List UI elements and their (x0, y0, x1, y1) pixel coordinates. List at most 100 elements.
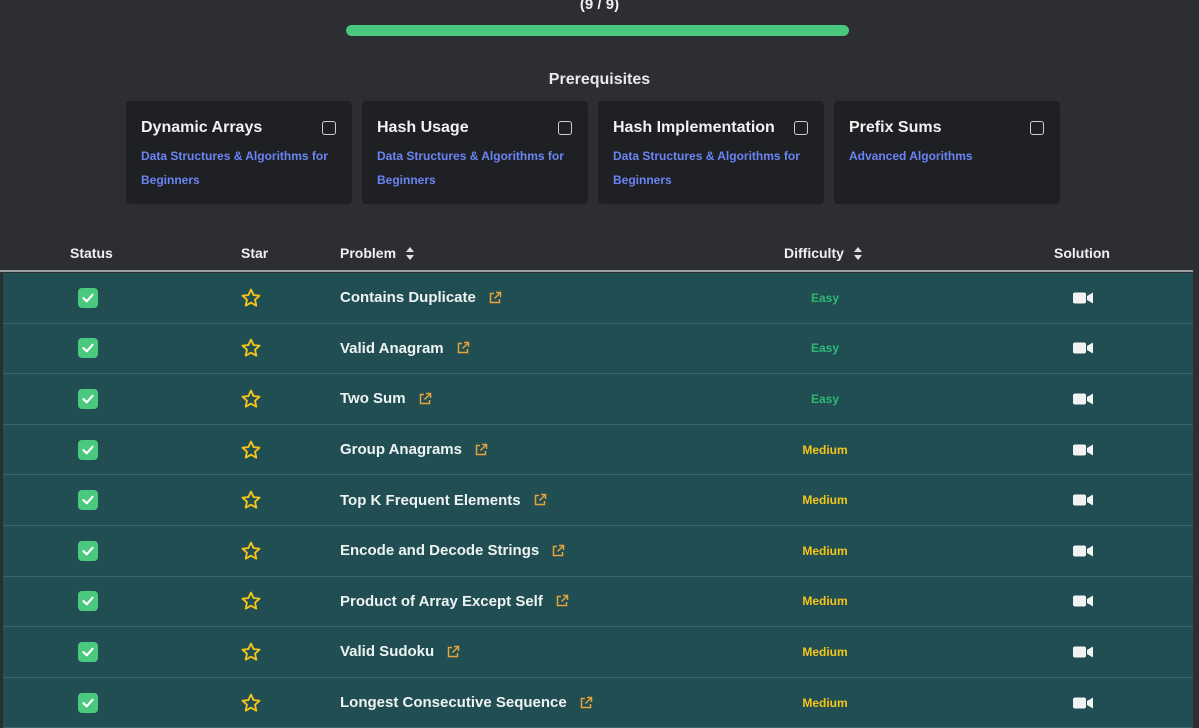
star-icon[interactable] (240, 540, 262, 562)
table-row: Two Sum Easy (3, 374, 1193, 425)
star-icon[interactable] (240, 641, 262, 663)
prerequisite-course-link[interactable]: Data Structures & Algorithms for Beginne… (141, 144, 336, 192)
video-camera-icon[interactable] (1073, 594, 1093, 608)
status-cell (78, 526, 98, 576)
problem-link[interactable]: Group Anagrams (340, 441, 462, 458)
header-difficulty-label: Difficulty (784, 245, 844, 261)
check-icon (82, 546, 94, 556)
table-row: Contains Duplicate Easy (3, 273, 1193, 324)
star-icon[interactable] (240, 590, 262, 612)
problem-link[interactable]: Two Sum (340, 390, 406, 407)
status-checkbox[interactable] (78, 692, 98, 713)
prerequisite-card[interactable]: Hash Usage Data Structures & Algorithms … (362, 101, 588, 204)
problem-link[interactable]: Valid Sudoku (340, 643, 434, 660)
star-icon[interactable] (240, 287, 262, 309)
prerequisite-checkbox[interactable] (558, 121, 572, 135)
video-camera-icon[interactable] (1073, 544, 1093, 558)
external-link-icon[interactable] (456, 341, 470, 355)
prerequisite-checkbox[interactable] (1030, 121, 1044, 135)
progress-count: (9 / 9) (579, 0, 620, 13)
difficulty-badge: Medium (802, 695, 848, 710)
status-checkbox[interactable] (78, 591, 98, 612)
external-link-icon[interactable] (418, 392, 432, 406)
progress-bar-fill (346, 25, 849, 36)
status-checkbox[interactable] (78, 641, 98, 662)
header-problem-label: Problem (340, 245, 397, 261)
sort-icon[interactable] (406, 246, 415, 260)
status-cell (78, 627, 98, 677)
table-row: Top K Frequent Elements Medium (3, 475, 1193, 526)
prerequisite-checkbox[interactable] (794, 121, 808, 135)
difficulty-badge: Easy (810, 290, 840, 305)
star-icon[interactable] (240, 439, 262, 461)
external-link-icon[interactable] (488, 291, 502, 305)
prerequisite-title: Dynamic Arrays (141, 119, 263, 136)
status-checkbox[interactable] (78, 540, 98, 561)
problem-link[interactable]: Product of Array Except Self (340, 593, 543, 610)
star-icon[interactable] (240, 388, 262, 410)
problem-link[interactable]: Valid Anagram (340, 340, 444, 357)
star-icon[interactable] (240, 337, 262, 359)
problem-cell: Longest Consecutive Sequence (340, 678, 593, 728)
status-checkbox[interactable] (78, 388, 98, 409)
header-problem[interactable]: Problem (340, 245, 415, 261)
status-checkbox[interactable] (78, 338, 98, 359)
check-icon (82, 597, 94, 606)
header-status-label: Status (70, 245, 113, 261)
problem-link[interactable]: Contains Duplicate (340, 289, 476, 306)
external-link-icon[interactable] (474, 443, 488, 457)
difficulty-badge: Medium (802, 442, 848, 457)
prerequisite-card[interactable]: Prefix Sums Advanced Algorithms (834, 101, 1060, 204)
video-camera-icon[interactable] (1073, 696, 1093, 710)
external-link-icon[interactable] (555, 594, 569, 608)
difficulty-cell: Medium (783, 577, 867, 627)
video-camera-icon[interactable] (1073, 392, 1093, 406)
prerequisite-card[interactable]: Dynamic Arrays Data Structures & Algorit… (126, 101, 352, 204)
header-solution: Solution (1054, 245, 1110, 261)
problem-table-body: Contains Duplicate Easy Valid Anagram Ea… (3, 273, 1193, 728)
prerequisite-card[interactable]: Hash Implementation Data Structures & Al… (598, 101, 824, 204)
table-row: Valid Sudoku Medium (3, 627, 1193, 678)
status-cell (78, 425, 98, 475)
status-checkbox[interactable] (78, 490, 98, 511)
table-row: Group Anagrams Medium (3, 424, 1193, 476)
difficulty-cell: Medium (783, 678, 867, 728)
sort-icon[interactable] (853, 246, 862, 260)
external-link-icon[interactable] (533, 493, 547, 507)
problem-cell: Encode and Decode Strings (340, 526, 565, 576)
solution-cell (1073, 425, 1093, 475)
video-camera-icon[interactable] (1073, 645, 1093, 659)
header-difficulty[interactable]: Difficulty (784, 245, 862, 261)
status-checkbox[interactable] (78, 439, 98, 460)
prerequisites-cards: Dynamic Arrays Data Structures & Algorit… (126, 101, 1060, 204)
video-camera-icon[interactable] (1073, 291, 1093, 305)
video-camera-icon[interactable] (1073, 493, 1093, 507)
star-icon[interactable] (240, 489, 262, 511)
external-link-icon[interactable] (551, 544, 565, 558)
table-row: Longest Consecutive Sequence Medium (3, 677, 1193, 728)
prerequisite-course-link[interactable]: Data Structures & Algorithms for Beginne… (377, 144, 572, 192)
video-camera-icon[interactable] (1073, 341, 1093, 355)
star-icon[interactable] (240, 692, 262, 714)
difficulty-badge: Medium (802, 543, 848, 558)
problem-link[interactable]: Top K Frequent Elements (340, 492, 521, 509)
external-link-icon[interactable] (579, 696, 593, 710)
status-checkbox[interactable] (78, 287, 98, 308)
external-link-icon[interactable] (446, 645, 460, 659)
prerequisite-course-link[interactable]: Data Structures & Algorithms for Beginne… (613, 144, 808, 192)
star-cell (240, 374, 262, 424)
progress-bar (346, 25, 849, 36)
problem-cell: Top K Frequent Elements (340, 475, 547, 525)
difficulty-badge: Easy (810, 391, 840, 406)
prerequisite-checkbox[interactable] (322, 121, 336, 135)
check-icon (82, 495, 94, 505)
table-row: Encode and Decode Strings Medium (3, 525, 1193, 577)
check-icon (82, 394, 94, 404)
header-solution-label: Solution (1054, 245, 1110, 261)
problem-link[interactable]: Longest Consecutive Sequence (340, 694, 567, 711)
video-camera-icon[interactable] (1073, 443, 1093, 457)
problem-link[interactable]: Encode and Decode Strings (340, 542, 539, 559)
check-icon (82, 293, 94, 303)
difficulty-cell: Easy (783, 324, 867, 374)
prerequisite-course-link[interactable]: Advanced Algorithms (849, 144, 1044, 168)
